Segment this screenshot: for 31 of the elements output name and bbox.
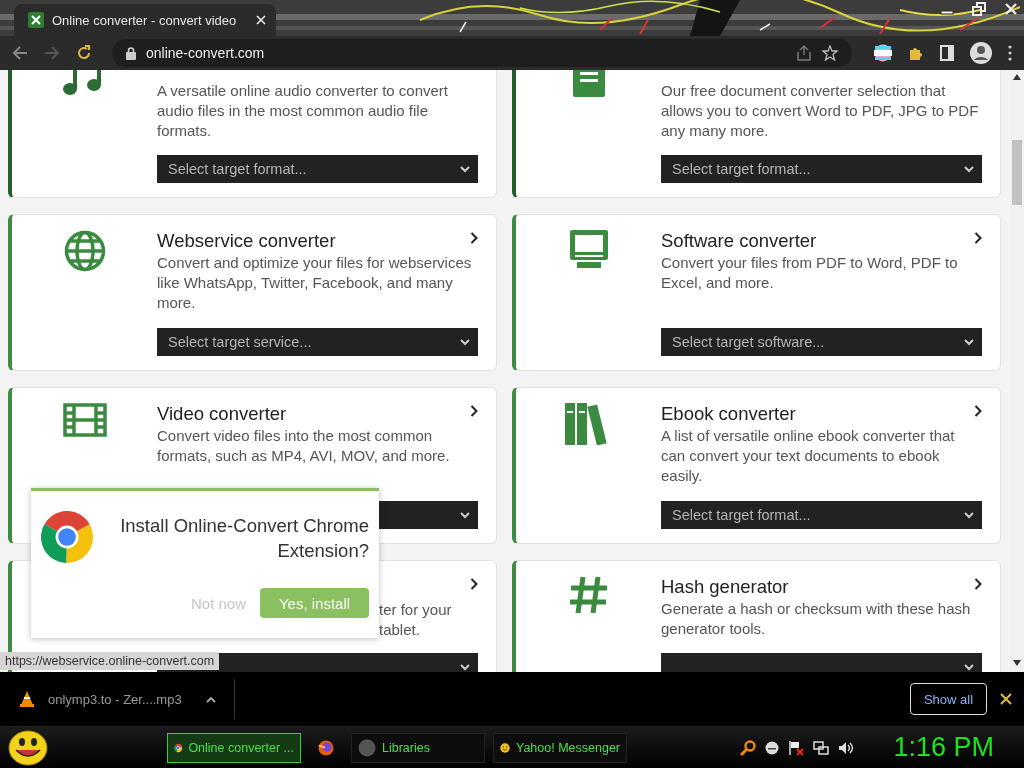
select-field[interactable]: Select target format... xyxy=(157,155,478,183)
card-title: Ebook converter xyxy=(661,402,796,426)
card-description: Our free document converter selection that allows you to convert Word to PDF, JPG to PDF any many more. xyxy=(661,81,980,141)
card-description: Convert video files into the most common formats, such as MP4, AVI, MOV, and more. xyxy=(157,426,451,466)
card-title: Software converter xyxy=(661,229,817,253)
card-description: A list of versatile online ebook converter that can convert your text documents to ebook easily. xyxy=(661,426,956,486)
status-url-tooltip: https://webservice.online-convert.com xyxy=(0,652,220,670)
card-title: Video converter xyxy=(157,402,287,426)
card-description: Generate a hash or checksum with these hash generator tools. xyxy=(661,599,972,639)
card-description: Convert your files from PDF to Word, PDF to Excel, and more. xyxy=(661,253,959,293)
popup-title: Install Online-Convert Chrome Extension? xyxy=(119,514,369,563)
show-all-button[interactable]: Show all xyxy=(910,683,987,715)
tab-title: Online converter - convert video xyxy=(52,12,238,28)
card-description: Convert and optimize your files for webservices like WhatsApp, Twitter, Facebook, and many more. xyxy=(157,253,473,313)
card-description: ter for your tablet. xyxy=(379,600,453,640)
card-title: Hash generator xyxy=(661,575,789,599)
select-field[interactable]: Select target service... xyxy=(157,328,478,356)
taskbar-button[interactable]: Online converter ... xyxy=(167,732,301,763)
download-item[interactable]: onlymp3.to - Zer....mp3 xyxy=(0,679,235,719)
clock: 1:16 PM xyxy=(893,732,994,763)
taskbar-button[interactable]: Yahoo! Messenger xyxy=(493,732,627,763)
card-title: Webservice converter xyxy=(157,229,336,253)
card-description: A versatile online audio converter to convert audio files in the most common audio file formats. xyxy=(157,81,449,141)
download-filename: onlymp3.to - Zer....mp3 xyxy=(48,691,182,707)
taskbar-button[interactable]: Libraries xyxy=(351,732,485,763)
browser-tab[interactable]: Online converter - convert video xyxy=(14,4,276,36)
url-text: online-convert.com xyxy=(146,45,265,61)
address-bar[interactable]: online-convert.com xyxy=(112,39,852,67)
select-field[interactable]: Select target format... xyxy=(661,155,982,183)
select-field[interactable]: Select target software... xyxy=(661,328,982,356)
select-field[interactable]: Select target format... xyxy=(661,501,982,529)
